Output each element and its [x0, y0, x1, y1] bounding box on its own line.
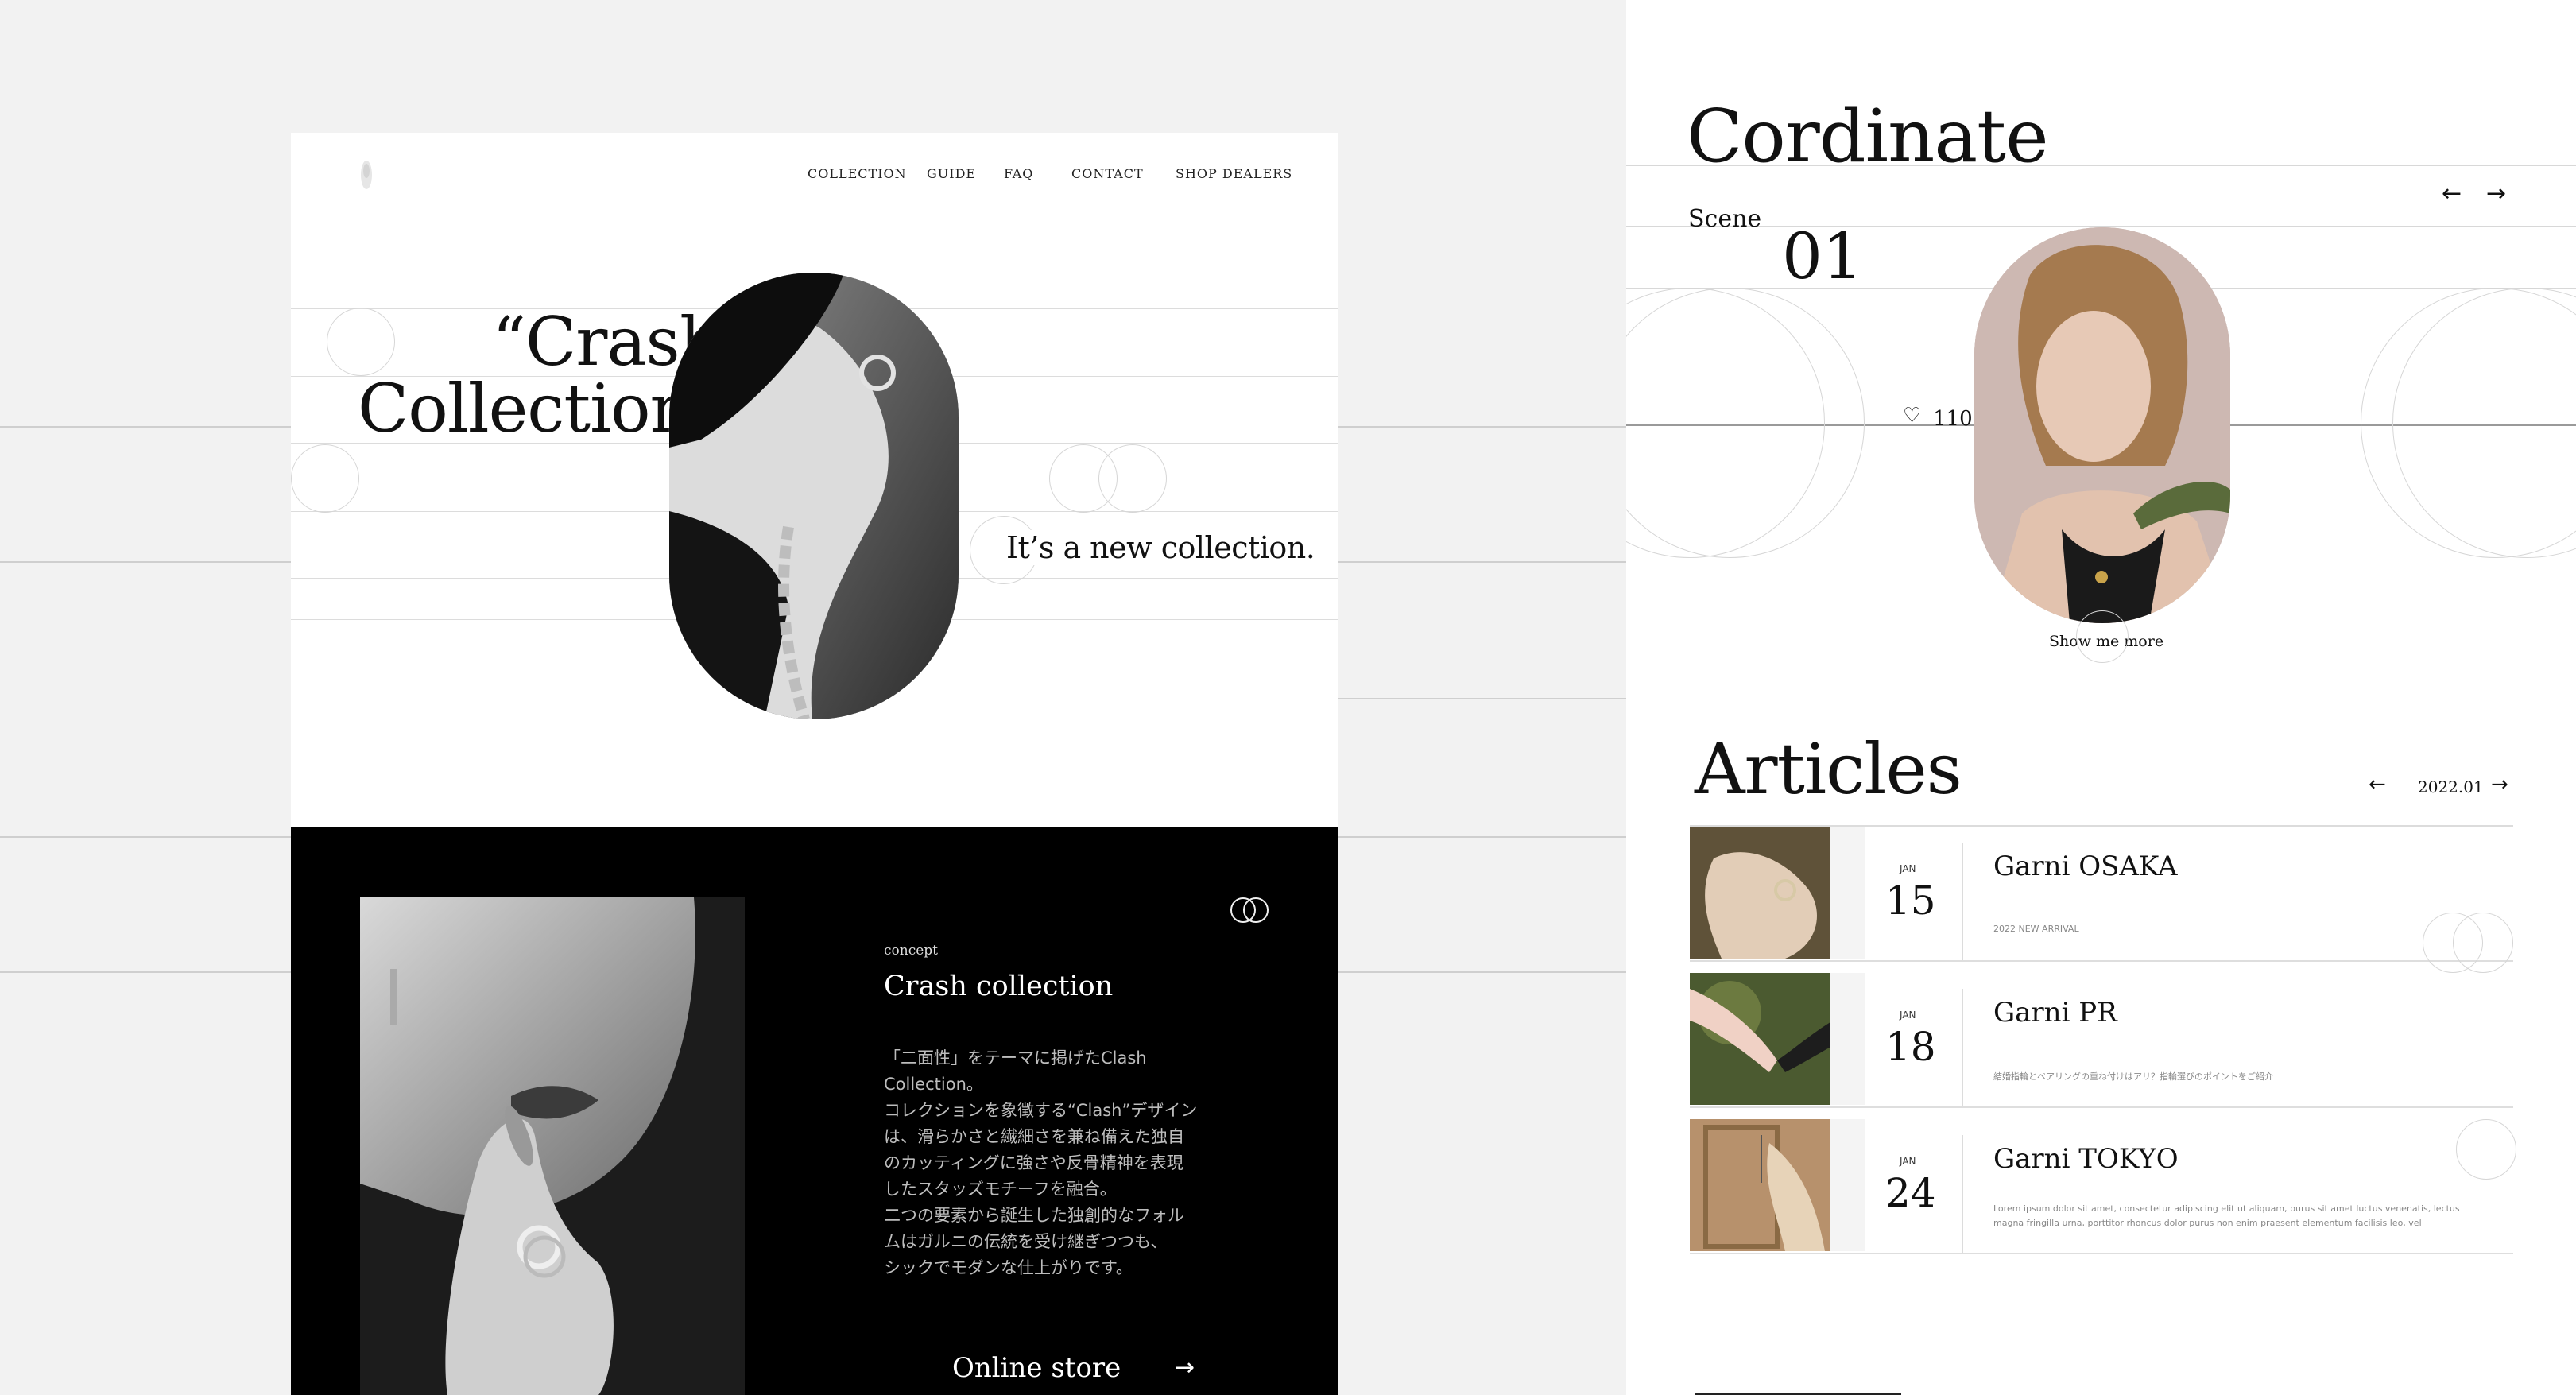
nav-contact[interactable]: CONTACT: [1071, 166, 1144, 181]
article-month: JAN: [1900, 863, 1916, 874]
guide-line: [0, 971, 291, 973]
like-button[interactable]: ♡ 110: [1903, 404, 1982, 432]
concept-body-line: 「二面性」をテーマに掲げたClash: [884, 1048, 1147, 1068]
guide-line: [1338, 698, 1626, 699]
scene-label: Scene: [1688, 205, 1762, 233]
nav-faq[interactable]: FAQ: [1004, 166, 1033, 181]
concept-label: concept: [884, 943, 938, 959]
scene-number: 01: [1782, 219, 1863, 293]
guide-line: [1338, 836, 1626, 838]
concept-body-line: は、滑らかさと繊細さを兼ね備えた独自: [884, 1127, 1184, 1146]
article-month: JAN: [1900, 1009, 1916, 1021]
concept-body-line: ムはガルニの伝統を受け継ぎつつも、: [884, 1232, 1168, 1251]
deco-circle: [1626, 288, 1865, 558]
article-thumbnail: [1690, 1119, 1865, 1251]
cordinate-title: Cordinate: [1687, 94, 2049, 179]
guide-line: [0, 426, 291, 428]
hero-photo-image: [669, 273, 959, 719]
article-title: Garni TOKYO: [1993, 1143, 2179, 1175]
article-title: Garni OSAKA: [1993, 851, 2178, 882]
guide-line: [1338, 971, 1626, 973]
nav-shop-dealers[interactable]: SHOP DEALERS: [1176, 166, 1292, 181]
coordinate-photo: [1974, 227, 2230, 623]
article-row[interactable]: JAN 15 Garni OSAKA 2022 NEW ARRIVAL: [1690, 827, 2513, 973]
heart-icon: ♡: [1903, 404, 1922, 428]
online-store-button[interactable]: Online store →: [952, 1352, 1195, 1390]
concept-body: 「二面性」をテーマに掲げたClash Collection。 コレクションを象徴…: [884, 1045, 1218, 1281]
deco-circle: [1098, 444, 1167, 513]
hero-section: COLLECTION GUIDE FAQ CONTACT SHOP DEALER…: [291, 133, 1338, 827]
article-thumbnail: [1690, 973, 1865, 1105]
rings-icon: [1228, 896, 1271, 924]
articles-month: 2022.01: [2418, 777, 2484, 796]
concept-heading: Crash collection: [884, 971, 1114, 1002]
article-thumbnail: [1690, 827, 1865, 959]
cropped-heading: [1695, 1389, 1901, 1395]
hero-photo: [669, 273, 959, 719]
article-excerpt: Lorem ipsum dolor sit amet, consectetur …: [1993, 1203, 2460, 1228]
concept-body-line: コレクションを象徴する“Clash”デザイン: [884, 1101, 1198, 1120]
guide-line: [0, 561, 291, 563]
article-row[interactable]: JAN 24 Garni TOKYO Lorem ipsum dolor sit…: [1690, 1119, 2516, 1254]
article-month: JAN: [1900, 1156, 1916, 1167]
online-store-label: Online store: [952, 1352, 1121, 1384]
article-day: 24: [1885, 1170, 1936, 1216]
articles-prev-button[interactable]: ←: [2369, 773, 2386, 796]
like-count: 110: [1933, 407, 1973, 431]
next-scene-button[interactable]: →: [2486, 180, 2506, 207]
article-row[interactable]: JAN 18 Garni PR 結婚指輪とペアリングの重ね付けはアリ？指輪選びの…: [1690, 973, 2513, 1108]
deco-circle: [2456, 1119, 2516, 1180]
coordinate-photo-image: [1974, 227, 2230, 623]
article-separator: [1962, 989, 1963, 1106]
articles-next-button[interactable]: →: [2491, 773, 2508, 796]
concept-body-line: のカッティングに強さや反骨精神を表現: [884, 1153, 1183, 1172]
hero-tagline: It’s a new collection.: [1003, 530, 1319, 565]
article-excerpt: 結婚指輪とペアリングの重ね付けはアリ？指輪選びのポイントをご紹介: [1993, 1071, 2273, 1082]
concept-body-line: シックでモダンな仕上がりです。: [884, 1258, 1133, 1277]
article-excerpt: 2022 NEW ARRIVAL: [1993, 924, 2079, 934]
concept-photo: [360, 897, 745, 1395]
deco-circle-small: [2076, 610, 2129, 663]
deco-circle: [2453, 913, 2513, 973]
logo-icon: [361, 161, 372, 189]
deco-circle: [291, 444, 359, 513]
nav-collection[interactable]: COLLECTION: [808, 166, 907, 181]
deco-circle: [327, 308, 395, 376]
prev-scene-button[interactable]: ←: [2442, 180, 2462, 207]
logo[interactable]: [354, 155, 378, 195]
website-mockup-left: COLLECTION GUIDE FAQ CONTACT SHOP DEALER…: [291, 133, 1338, 1395]
nav-guide[interactable]: GUIDE: [927, 166, 976, 181]
guide-line: [1338, 561, 1626, 563]
guide-line: [1338, 426, 1626, 428]
article-separator: [1962, 843, 1963, 960]
article-title: Garni PR: [1993, 997, 2117, 1029]
concept-photo-image: [360, 897, 745, 1395]
concept-body-line: したスタッズモチーフを融合。: [884, 1180, 1117, 1199]
arrow-right-icon: →: [1175, 1354, 1195, 1381]
guide-line: [0, 836, 291, 838]
articles-title: Articles: [1695, 728, 1962, 810]
concept-body-line: Collection。: [884, 1075, 983, 1094]
article-day: 18: [1885, 1024, 1936, 1070]
article-separator: [1962, 1135, 1963, 1253]
article-day: 15: [1885, 878, 1936, 924]
concept-section: concept Crash collection 「二面性」をテーマに掲げたCl…: [291, 827, 1338, 1395]
website-mockup-right: Cordinate Scene 01 ← → ♡ 110 Show me mor…: [1626, 0, 2576, 1395]
concept-body-line: 二つの要素から誕生した独創的なフォル: [884, 1206, 1184, 1225]
